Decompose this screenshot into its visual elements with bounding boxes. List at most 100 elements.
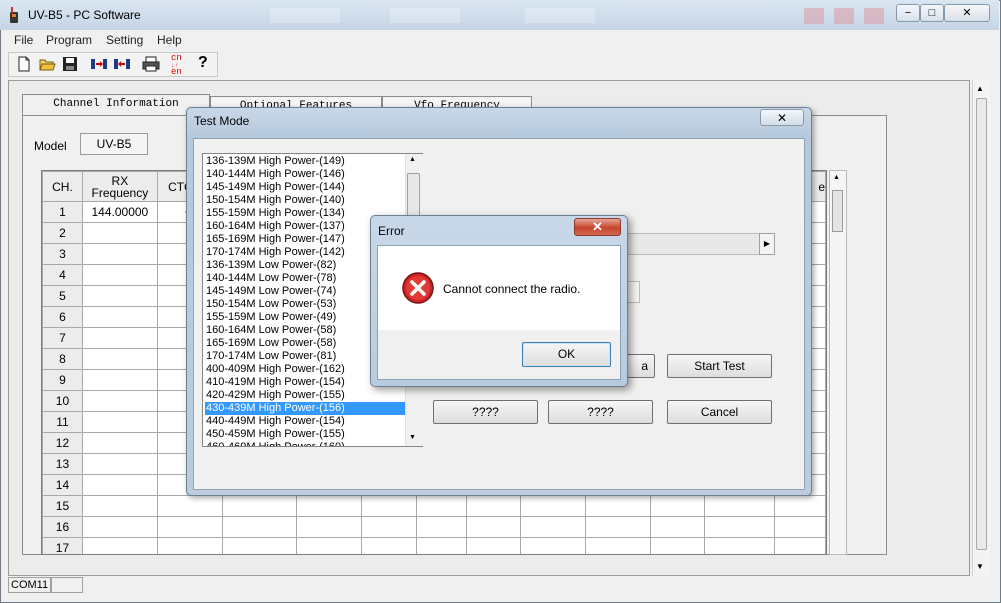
ctc-cell[interactable] (156, 495, 223, 517)
list-item[interactable]: 160-164M High Power-(137) (206, 220, 345, 233)
rx-frequency-cell[interactable] (81, 348, 158, 370)
rx-frequency-cell[interactable] (81, 306, 158, 328)
list-item[interactable]: 155-159M Low Power-(49) (206, 311, 336, 324)
table-cell[interactable] (774, 495, 826, 517)
table-cell[interactable] (296, 537, 362, 554)
tab-channel-information[interactable]: Channel Information (22, 94, 210, 116)
scroll-up-arrow-icon[interactable]: ▲ (409, 156, 416, 163)
list-item[interactable]: 140-144M Low Power-(78) (206, 272, 336, 285)
table-cell[interactable] (296, 495, 362, 517)
list-item[interactable]: 155-159M High Power-(134) (206, 207, 345, 220)
read-radio-icon[interactable] (90, 55, 108, 73)
channel-number-cell[interactable]: 4 (42, 264, 83, 286)
menu-setting[interactable]: Setting (106, 33, 143, 47)
channel-number-cell[interactable]: 17 (42, 537, 83, 554)
minimize-button[interactable]: − (896, 4, 920, 22)
table-cell[interactable] (584, 537, 651, 554)
table-cell[interactable] (774, 537, 826, 554)
channel-number-cell[interactable]: 11 (42, 411, 83, 433)
list-item[interactable]: 430-439M High Power-(156) (205, 402, 406, 415)
rx-frequency-cell[interactable] (81, 327, 158, 349)
table-cell[interactable] (520, 495, 586, 517)
table-cell[interactable] (361, 537, 417, 554)
table-cell[interactable] (465, 495, 522, 517)
maximize-button[interactable]: □ (920, 4, 944, 22)
table-cell[interactable] (704, 495, 776, 517)
table-cell[interactable] (221, 516, 298, 538)
window-scroll-thumb[interactable] (976, 98, 987, 550)
rx-frequency-cell[interactable] (81, 411, 158, 433)
list-item[interactable]: 136-139M High Power-(149) (206, 155, 345, 168)
table-cell[interactable] (221, 537, 298, 554)
menu-program[interactable]: Program (46, 33, 92, 47)
language-cn-en-icon[interactable]: cn ↓↑ en (171, 54, 189, 77)
list-item[interactable]: 165-169M Low Power-(58) (206, 337, 336, 350)
channel-number-cell[interactable]: 15 (42, 495, 83, 517)
list-item[interactable]: 140-144M High Power-(146) (206, 168, 345, 181)
channel-number-cell[interactable]: 10 (42, 390, 83, 412)
list-item[interactable]: 160-164M Low Power-(58) (206, 324, 336, 337)
list-item[interactable]: 136-139M Low Power-(82) (206, 259, 336, 272)
rx-frequency-cell[interactable] (81, 285, 158, 307)
table-cell[interactable] (221, 495, 298, 517)
table-cell[interactable] (774, 516, 826, 538)
table-row[interactable]: 15 (42, 495, 826, 517)
scroll-up-arrow-icon[interactable]: ▲ (976, 84, 984, 93)
channel-number-cell[interactable]: 16 (42, 516, 83, 538)
channel-number-cell[interactable]: 12 (42, 432, 83, 454)
column-header-ch[interactable]: CH. (42, 171, 83, 202)
list-item[interactable]: 170-174M Low Power-(81) (206, 350, 336, 363)
list-item[interactable]: 150-154M High Power-(140) (206, 194, 345, 207)
start-test-button[interactable]: Start Test (667, 354, 772, 378)
rx-frequency-cell[interactable] (81, 264, 158, 286)
column-header-rx-frequency[interactable]: RX Frequency (81, 171, 158, 202)
list-item[interactable]: 440-449M High Power-(154) (206, 415, 345, 428)
channel-number-cell[interactable]: 6 (42, 306, 83, 328)
open-folder-icon[interactable] (38, 55, 56, 73)
table-cell[interactable] (704, 537, 776, 554)
test-mode-close-button[interactable]: ✕ (760, 109, 804, 126)
table-cell[interactable] (415, 516, 467, 538)
rx-frequency-cell[interactable] (81, 222, 158, 244)
table-cell[interactable] (520, 537, 586, 554)
table-cell[interactable] (415, 537, 467, 554)
channel-number-cell[interactable]: 7 (42, 327, 83, 349)
list-item[interactable]: 420-429M High Power-(155) (206, 389, 345, 402)
rx-frequency-cell[interactable]: 144.00000 (81, 201, 158, 223)
table-cell[interactable] (649, 516, 706, 538)
rx-frequency-cell[interactable] (81, 390, 158, 412)
menu-help[interactable]: Help (157, 33, 182, 47)
ctc-cell[interactable] (156, 537, 223, 554)
print-icon[interactable] (142, 55, 160, 73)
list-item[interactable]: 145-149M High Power-(144) (206, 181, 345, 194)
new-file-icon[interactable] (15, 55, 33, 73)
unknown-button-2[interactable]: ???? (548, 400, 653, 424)
table-cell[interactable] (704, 516, 776, 538)
table-cell[interactable] (296, 516, 362, 538)
table-cell[interactable] (465, 537, 522, 554)
unknown-button-1[interactable]: ???? (433, 400, 538, 424)
table-cell[interactable] (584, 516, 651, 538)
scroll-down-arrow-icon[interactable]: ▼ (409, 434, 416, 441)
channel-number-cell[interactable]: 13 (42, 453, 83, 475)
scroll-up-arrow-icon[interactable]: ▲ (833, 174, 840, 181)
list-item[interactable]: 150-154M Low Power-(53) (206, 298, 336, 311)
save-icon[interactable] (61, 55, 79, 73)
ok-button[interactable]: OK (522, 342, 611, 367)
list-item[interactable]: 460-469M High Power-(160) (206, 441, 345, 446)
list-item[interactable]: 145-149M Low Power-(74) (206, 285, 336, 298)
table-row[interactable]: 16 (42, 516, 826, 538)
rx-frequency-cell[interactable] (81, 474, 158, 496)
channel-number-cell[interactable]: 8 (42, 348, 83, 370)
channel-number-cell[interactable]: 5 (42, 285, 83, 307)
rx-frequency-cell[interactable] (81, 537, 158, 554)
table-cell[interactable] (649, 495, 706, 517)
table-cell[interactable] (584, 495, 651, 517)
table-cell[interactable] (520, 516, 586, 538)
channel-number-cell[interactable]: 1 (42, 201, 83, 223)
table-cell[interactable] (465, 516, 522, 538)
table-cell[interactable] (415, 495, 467, 517)
table-scroll-thumb[interactable] (832, 190, 843, 232)
rx-frequency-cell[interactable] (81, 453, 158, 475)
channel-number-cell[interactable]: 3 (42, 243, 83, 265)
